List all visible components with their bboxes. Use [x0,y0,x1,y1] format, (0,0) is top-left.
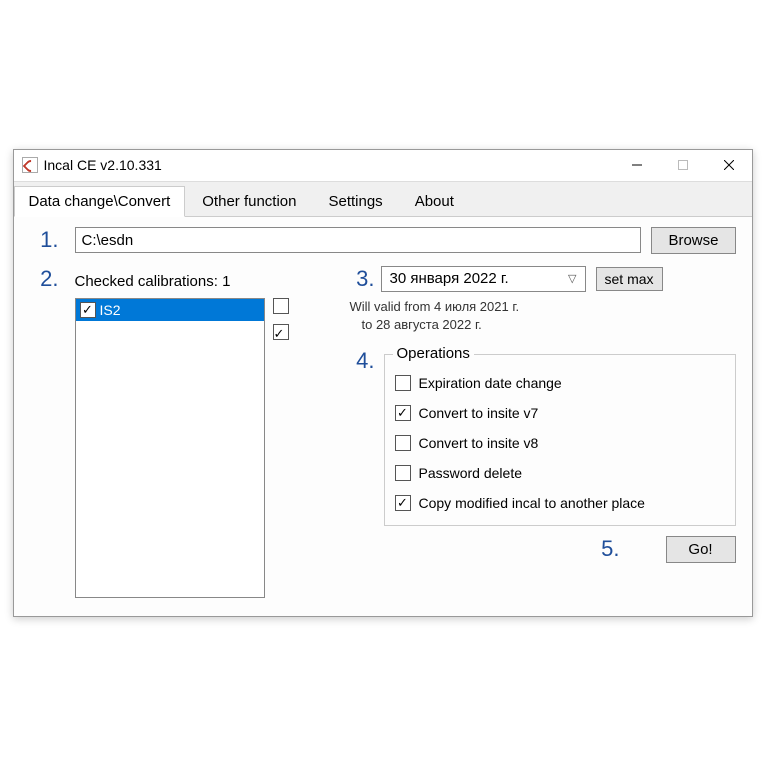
side-checks [273,298,293,598]
step-3-label: 3. [346,266,381,292]
operations-legend: Operations [393,345,474,362]
step-2-label: 2. [30,266,65,292]
maximize-button[interactable] [660,149,706,181]
set-max-button[interactable]: set max [596,267,663,291]
date-picker[interactable]: 30 января 2022 г. ▽ [381,266,586,292]
op-label: Copy modified incal to another place [419,495,645,511]
app-icon [22,157,38,173]
step-5-label: 5. [601,536,625,562]
op-checkbox[interactable] [395,435,411,451]
minimize-button[interactable] [614,149,660,181]
browse-button[interactable]: Browse [651,227,735,254]
tab-other-function[interactable]: Other function [187,186,311,216]
list-item-label: IS2 [100,302,121,318]
go-button[interactable]: Go! [666,536,736,563]
path-input[interactable] [75,227,642,253]
op-insite-v8[interactable]: Convert to insite v8 [395,435,725,451]
operations-group: Operations Expiration date change Conver… [384,354,736,526]
tab-settings[interactable]: Settings [313,186,397,216]
op-checkbox[interactable] [395,495,411,511]
op-checkbox[interactable] [395,405,411,421]
tab-body: 1. Browse 2. Checked calibrations: 1 IS2 [14,217,752,616]
op-checkbox[interactable] [395,375,411,391]
op-label: Password delete [419,465,523,481]
op-expiration[interactable]: Expiration date change [395,375,725,391]
titlebar: Incal CE v2.10.331 [14,150,752,182]
window: Incal CE v2.10.331 Data change\Convert O… [13,149,753,617]
step-4-label: 4. [346,348,381,374]
calibrations-listbox[interactable]: IS2 [75,298,265,598]
tabbar: Data change\Convert Other function Setti… [14,182,752,217]
tab-data-change[interactable]: Data change\Convert [14,186,186,217]
step-1-label: 1. [30,227,65,253]
calibrations-heading: Checked calibrations: 1 [75,273,231,290]
op-copy-modified[interactable]: Copy modified incal to another place [395,495,725,511]
validity-text: Will valid from 4 июля 2021 г. to 28 авг… [350,298,736,334]
op-password-delete[interactable]: Password delete [395,465,725,481]
tab-about[interactable]: About [400,186,469,216]
close-button[interactable] [706,149,752,181]
date-value: 30 января 2022 г. [390,270,509,287]
window-title: Incal CE v2.10.331 [44,157,614,173]
select-all-checkbox[interactable] [273,298,289,314]
list-item[interactable]: IS2 [76,299,264,321]
op-label: Convert to insite v7 [419,405,539,421]
chevron-down-icon: ▽ [568,272,576,285]
list-item-checkbox[interactable] [80,302,96,318]
select-checked-checkbox[interactable] [273,324,289,340]
op-checkbox[interactable] [395,465,411,481]
op-label: Expiration date change [419,375,562,391]
op-label: Convert to insite v8 [419,435,539,451]
window-buttons [614,149,752,181]
op-insite-v7[interactable]: Convert to insite v7 [395,405,725,421]
